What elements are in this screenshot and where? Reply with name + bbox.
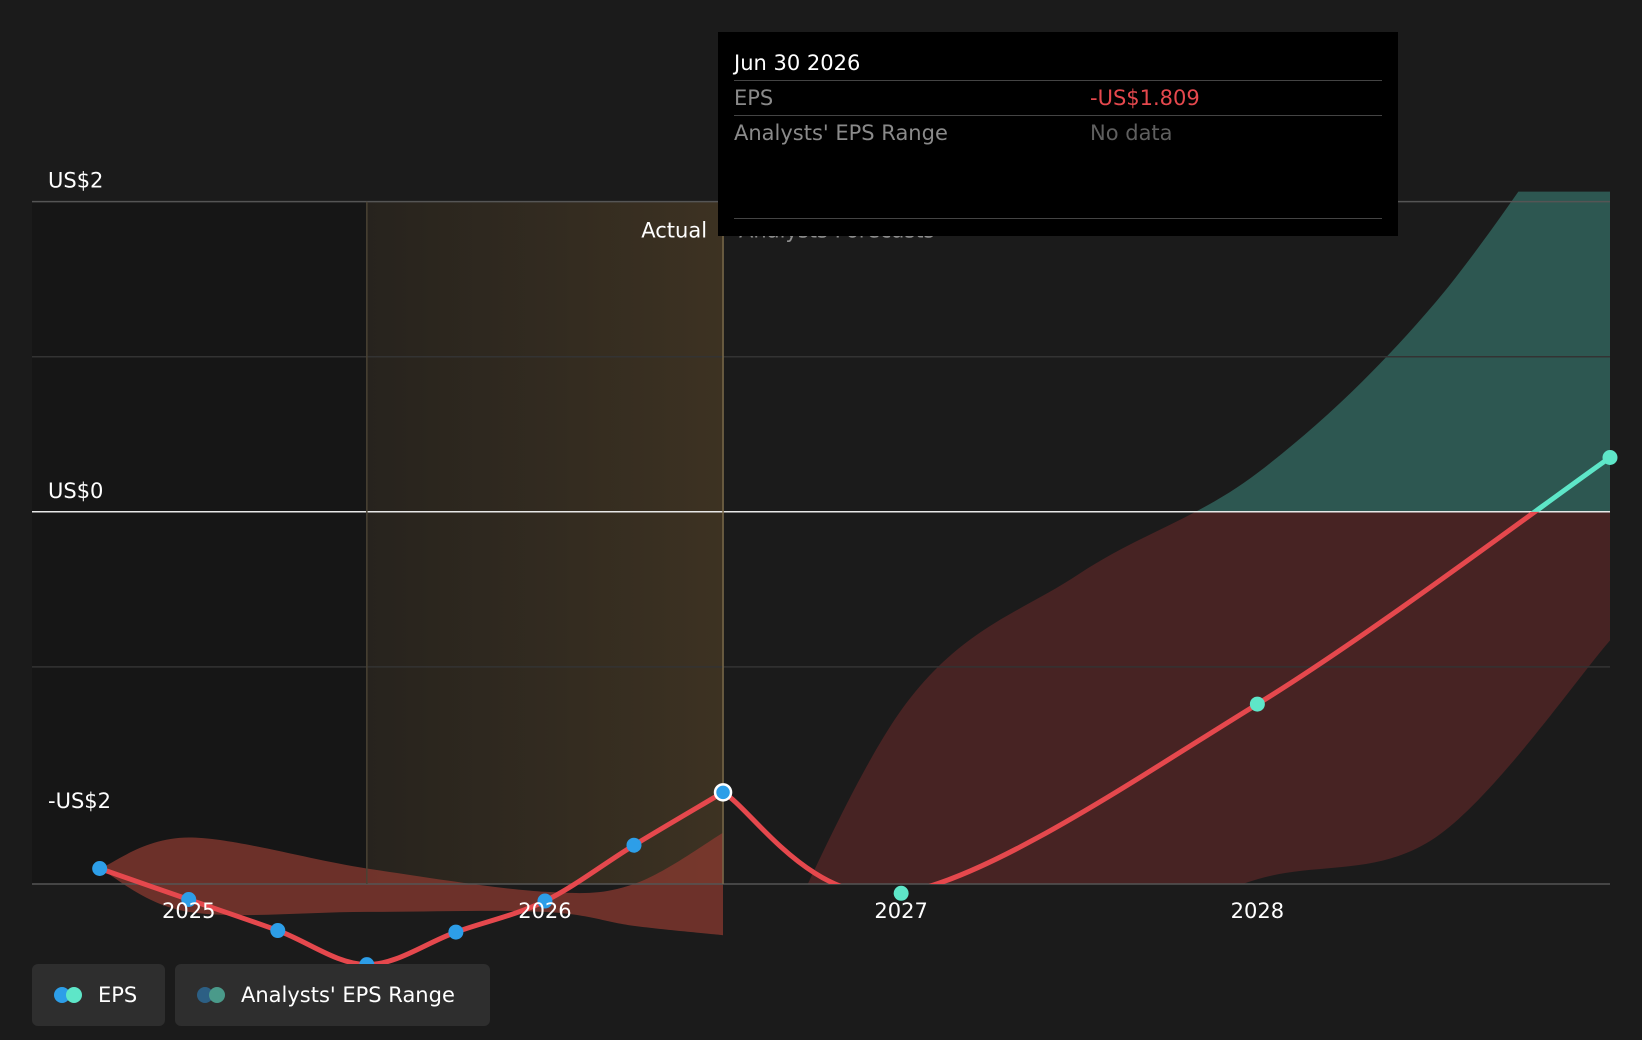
y-tick-label: US$2 (48, 169, 103, 193)
eps-actual-point (448, 924, 464, 940)
tooltip: Jun 30 2026 EPS -US$1.809 Analysts' EPS … (718, 32, 1398, 236)
tooltip-row-range: Analysts' EPS Range No data (734, 116, 1382, 150)
x-tick-label: 2026 (518, 899, 571, 923)
eps-actual-point (713, 783, 733, 802)
eps-forecast-point (1602, 450, 1618, 466)
legend-label-eps: EPS (98, 983, 138, 1007)
x-tick-label: 2027 (874, 899, 927, 923)
tooltip-eps-value: -US$1.809 (1090, 86, 1200, 110)
eps-legend-icon (54, 985, 86, 1005)
legend-item-eps-range[interactable]: Analysts' EPS Range (175, 964, 490, 1026)
eps-forecast-point (1249, 696, 1265, 712)
legend-item-eps[interactable]: EPS (32, 964, 165, 1026)
eps-actual-point (270, 923, 286, 939)
tooltip-date: Jun 30 2026 (734, 48, 1382, 81)
y-tick-label: US$0 (48, 479, 103, 503)
tooltip-row-eps: EPS -US$1.809 (734, 81, 1382, 116)
x-tick-label: 2028 (1231, 899, 1284, 923)
eps-range-legend-icon (197, 985, 229, 1005)
eps-actual-point (92, 860, 108, 876)
actual-past-shade (32, 201, 367, 885)
eps-actual-point (626, 837, 642, 853)
tooltip-divider (734, 218, 1382, 219)
tooltip-eps-label: EPS (734, 86, 774, 110)
tooltip-range-value: No data (1090, 121, 1173, 145)
actual-period-highlight (366, 201, 724, 885)
y-tick-label: -US$2 (48, 789, 111, 813)
legend-label-eps-range: Analysts' EPS Range (241, 983, 455, 1007)
tooltip-range-label: Analysts' EPS Range (734, 121, 948, 145)
x-tick-label: 2025 (162, 899, 215, 923)
actual-region-label: Actual (641, 219, 707, 243)
